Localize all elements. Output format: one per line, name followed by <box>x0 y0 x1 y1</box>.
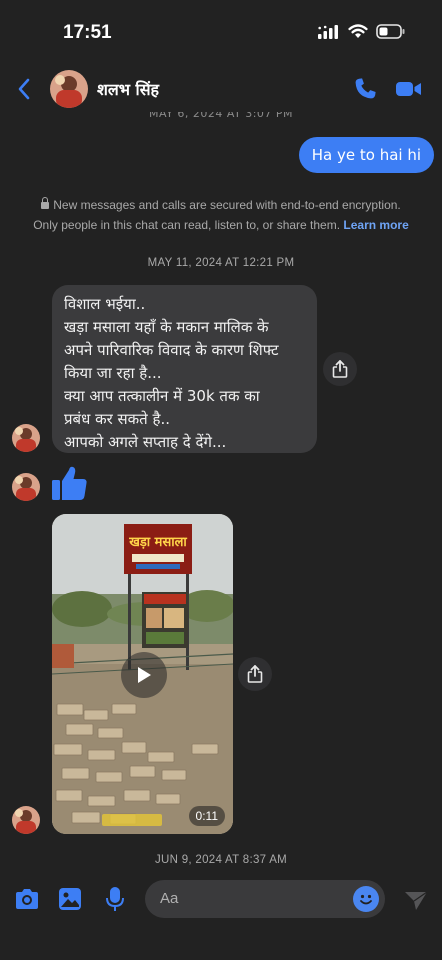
learn-more-link[interactable]: Learn more <box>343 218 408 232</box>
received-message-line: अपने पारिवारिक विवाद के कारण शिफ्ट <box>64 341 279 359</box>
share-icon <box>247 665 263 683</box>
date-divider: JUN 9, 2024 AT 8:37 AM <box>154 854 288 866</box>
video-duration: 0:11 <box>188 806 225 826</box>
received-message-line: खड़ा मसाला यहाँ के मकान मालिक के <box>64 318 269 336</box>
signal-icon <box>318 24 338 39</box>
wifi-icon <box>348 24 368 38</box>
share-message-button[interactable] <box>323 352 357 386</box>
message-input[interactable]: Aa <box>145 880 385 918</box>
contact-name[interactable]: शलभ सिंह <box>97 78 159 100</box>
share-icon <box>332 360 348 378</box>
emoji-icon <box>360 894 372 905</box>
back-chevron-icon[interactable] <box>14 76 36 102</box>
encryption-notice-line1: New messages and calls are secured with … <box>53 198 401 212</box>
contact-avatar[interactable] <box>50 70 88 108</box>
encryption-notice-line2: Only people in this chat can read, liste… <box>33 218 341 232</box>
received-message-line: प्रबंध कर सकते है.. <box>64 410 170 428</box>
play-button[interactable] <box>121 652 167 698</box>
received-message-line: आपको अगले सप्ताह दे देंगे... <box>64 433 227 451</box>
status-time: 17:51 <box>63 22 112 43</box>
sender-avatar[interactable] <box>12 424 40 452</box>
video-camera-icon[interactable] <box>396 78 422 100</box>
chat-header: शलभ सिंह <box>0 62 442 116</box>
share-video-button[interactable] <box>238 657 272 691</box>
encryption-notice: New messages and calls are secured with … <box>0 195 442 235</box>
video-sign-text: खड़ा मसाला <box>128 535 187 550</box>
status-bar: 17:51 <box>0 0 442 62</box>
message-input-placeholder: Aa <box>160 890 179 907</box>
gallery-icon[interactable] <box>58 887 82 911</box>
emoji-button[interactable] <box>353 886 379 912</box>
thumbs-up-icon[interactable] <box>52 464 88 502</box>
battery-icon <box>376 24 405 39</box>
status-icons <box>318 24 406 39</box>
faded-date-divider: MAY 6, 2024 AT 3:07 PM <box>148 112 294 120</box>
lock-icon <box>41 197 50 209</box>
phone-icon[interactable] <box>352 76 378 102</box>
camera-icon[interactable] <box>14 888 40 910</box>
play-icon <box>138 667 151 683</box>
date-divider: MAY 11, 2024 AT 12:21 PM <box>147 257 295 269</box>
received-message-line: विशाल भईया.. <box>64 295 146 313</box>
sent-message-bubble[interactable]: Ha ye to hai hi <box>298 137 434 173</box>
sender-avatar[interactable] <box>12 806 40 834</box>
sender-avatar[interactable] <box>12 473 40 501</box>
microphone-icon[interactable] <box>106 886 124 912</box>
received-message-line: किया जा रहा है... <box>64 364 162 382</box>
video-message[interactable]: खड़ा मसाला 0:11 <box>52 514 233 834</box>
received-message-bubble[interactable]: विशाल भईया.. खड़ा मसाला यहाँ के मकान माल… <box>52 285 317 453</box>
message-composer: Aa <box>0 874 442 930</box>
received-message-line: क्या आप तत्कालीन में 30k तक का <box>64 387 260 405</box>
send-icon[interactable] <box>404 890 428 912</box>
